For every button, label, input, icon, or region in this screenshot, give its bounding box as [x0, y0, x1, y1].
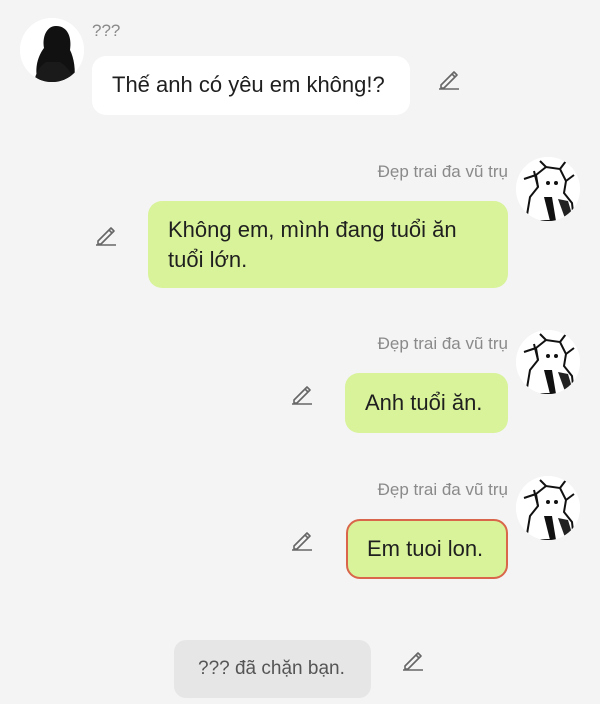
- message-bubble-outgoing[interactable]: Không em, mình đang tuổi ăn tuổi lớn.: [148, 201, 508, 288]
- my-avatar[interactable]: [516, 157, 580, 221]
- sender-name: Đẹp trai đa vũ trụ: [377, 162, 508, 181]
- sender-name: Đẹp trai đa vũ trụ: [377, 480, 508, 499]
- message-text: Thế anh có yêu em không!?: [112, 72, 385, 97]
- message-bubble-outgoing-highlighted[interactable]: Em tuoi lon.: [346, 519, 508, 579]
- pencil-icon[interactable]: [290, 382, 314, 406]
- message-text: Em tuoi lon.: [367, 536, 484, 561]
- contact-name: ???: [92, 21, 121, 40]
- pencil-icon[interactable]: [290, 528, 314, 552]
- manga-character-avatar-icon: [516, 157, 580, 221]
- sender-name: Đẹp trai đa vũ trụ: [377, 334, 508, 353]
- system-notice-text: ??? đã chặn bạn.: [198, 658, 345, 679]
- message-text: Không em, mình đang tuổi ăn tuổi lớn.: [168, 217, 457, 272]
- manga-character-avatar-icon: [516, 330, 580, 394]
- manga-character-avatar-icon: [516, 476, 580, 540]
- pencil-icon[interactable]: [437, 67, 461, 91]
- message-bubble-incoming[interactable]: Thế anh có yêu em không!?: [92, 56, 410, 115]
- message-bubble-outgoing[interactable]: Anh tuổi ăn.: [345, 373, 508, 433]
- contact-avatar[interactable]: [20, 18, 84, 82]
- message-text: Anh tuổi ăn.: [365, 390, 483, 415]
- system-notice: ??? đã chặn bạn.: [174, 640, 371, 698]
- pencil-icon[interactable]: [401, 648, 425, 672]
- pencil-icon[interactable]: [94, 223, 118, 247]
- my-avatar[interactable]: [516, 476, 580, 540]
- my-avatar[interactable]: [516, 330, 580, 394]
- silhouette-avatar-icon: [20, 18, 84, 82]
